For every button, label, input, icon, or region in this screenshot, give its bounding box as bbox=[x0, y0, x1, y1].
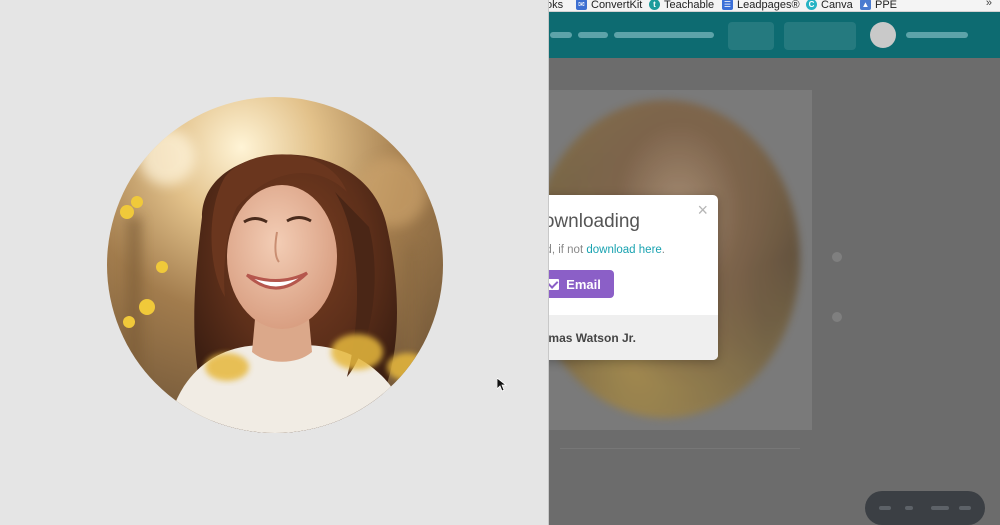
close-icon[interactable]: × bbox=[697, 200, 708, 221]
bookmark-canva[interactable]: C Canva bbox=[806, 0, 853, 11]
avatar[interactable] bbox=[870, 22, 896, 48]
teachable-icon: t bbox=[649, 0, 660, 10]
toolbar-breadcrumb[interactable] bbox=[578, 32, 608, 38]
zoom-level[interactable] bbox=[931, 506, 949, 510]
mouse-pointer-icon bbox=[497, 378, 507, 392]
bookmark-convertkit[interactable]: ✉ ConvertKit bbox=[576, 0, 642, 11]
canva-icon: C bbox=[806, 0, 817, 10]
share-button[interactable] bbox=[728, 22, 774, 50]
bookmark-label: Leadpages® bbox=[737, 0, 800, 11]
email-button-label: Email bbox=[566, 276, 601, 292]
bookmark-ppe[interactable]: ▲ PPE bbox=[860, 0, 897, 11]
bookmark-teachable[interactable]: t Teachable bbox=[649, 0, 714, 11]
help-icon[interactable] bbox=[879, 506, 891, 510]
bookmark-folder[interactable]: oks bbox=[546, 0, 563, 11]
bookmark-label: ConvertKit bbox=[591, 0, 643, 11]
user-name[interactable] bbox=[906, 32, 968, 38]
leadpages-icon: ☰ bbox=[722, 0, 733, 10]
zoom-controls[interactable] bbox=[865, 491, 985, 525]
portrait-photo bbox=[107, 97, 443, 433]
copy-page-icon[interactable] bbox=[832, 252, 842, 262]
download-here-link[interactable]: download here bbox=[586, 244, 661, 256]
portrait-image bbox=[107, 97, 443, 433]
zoom-out-icon[interactable] bbox=[905, 506, 913, 510]
mail-icon: ✉ bbox=[576, 0, 587, 10]
image-preview-panel bbox=[0, 0, 548, 525]
download-button[interactable] bbox=[784, 22, 856, 50]
toolbar-breadcrumb[interactable] bbox=[550, 32, 572, 38]
bookmark-label: Teachable bbox=[664, 0, 715, 11]
add-page-button[interactable] bbox=[560, 448, 800, 480]
bookmark-label: oks bbox=[546, 0, 564, 11]
modal-message-suffix: . bbox=[661, 244, 665, 256]
toolbar-design-title[interactable] bbox=[614, 32, 714, 38]
delete-page-icon[interactable] bbox=[832, 312, 842, 322]
fullscreen-icon[interactable] bbox=[959, 506, 971, 510]
bookmark-label: PPE bbox=[875, 0, 898, 11]
bookmarks-overflow-icon[interactable]: » bbox=[986, 0, 992, 9]
bookmark-label: Canva bbox=[821, 0, 853, 11]
bookmark-leadpages[interactable]: ☰ Leadpages® bbox=[722, 0, 800, 11]
image-icon: ▲ bbox=[860, 0, 871, 10]
